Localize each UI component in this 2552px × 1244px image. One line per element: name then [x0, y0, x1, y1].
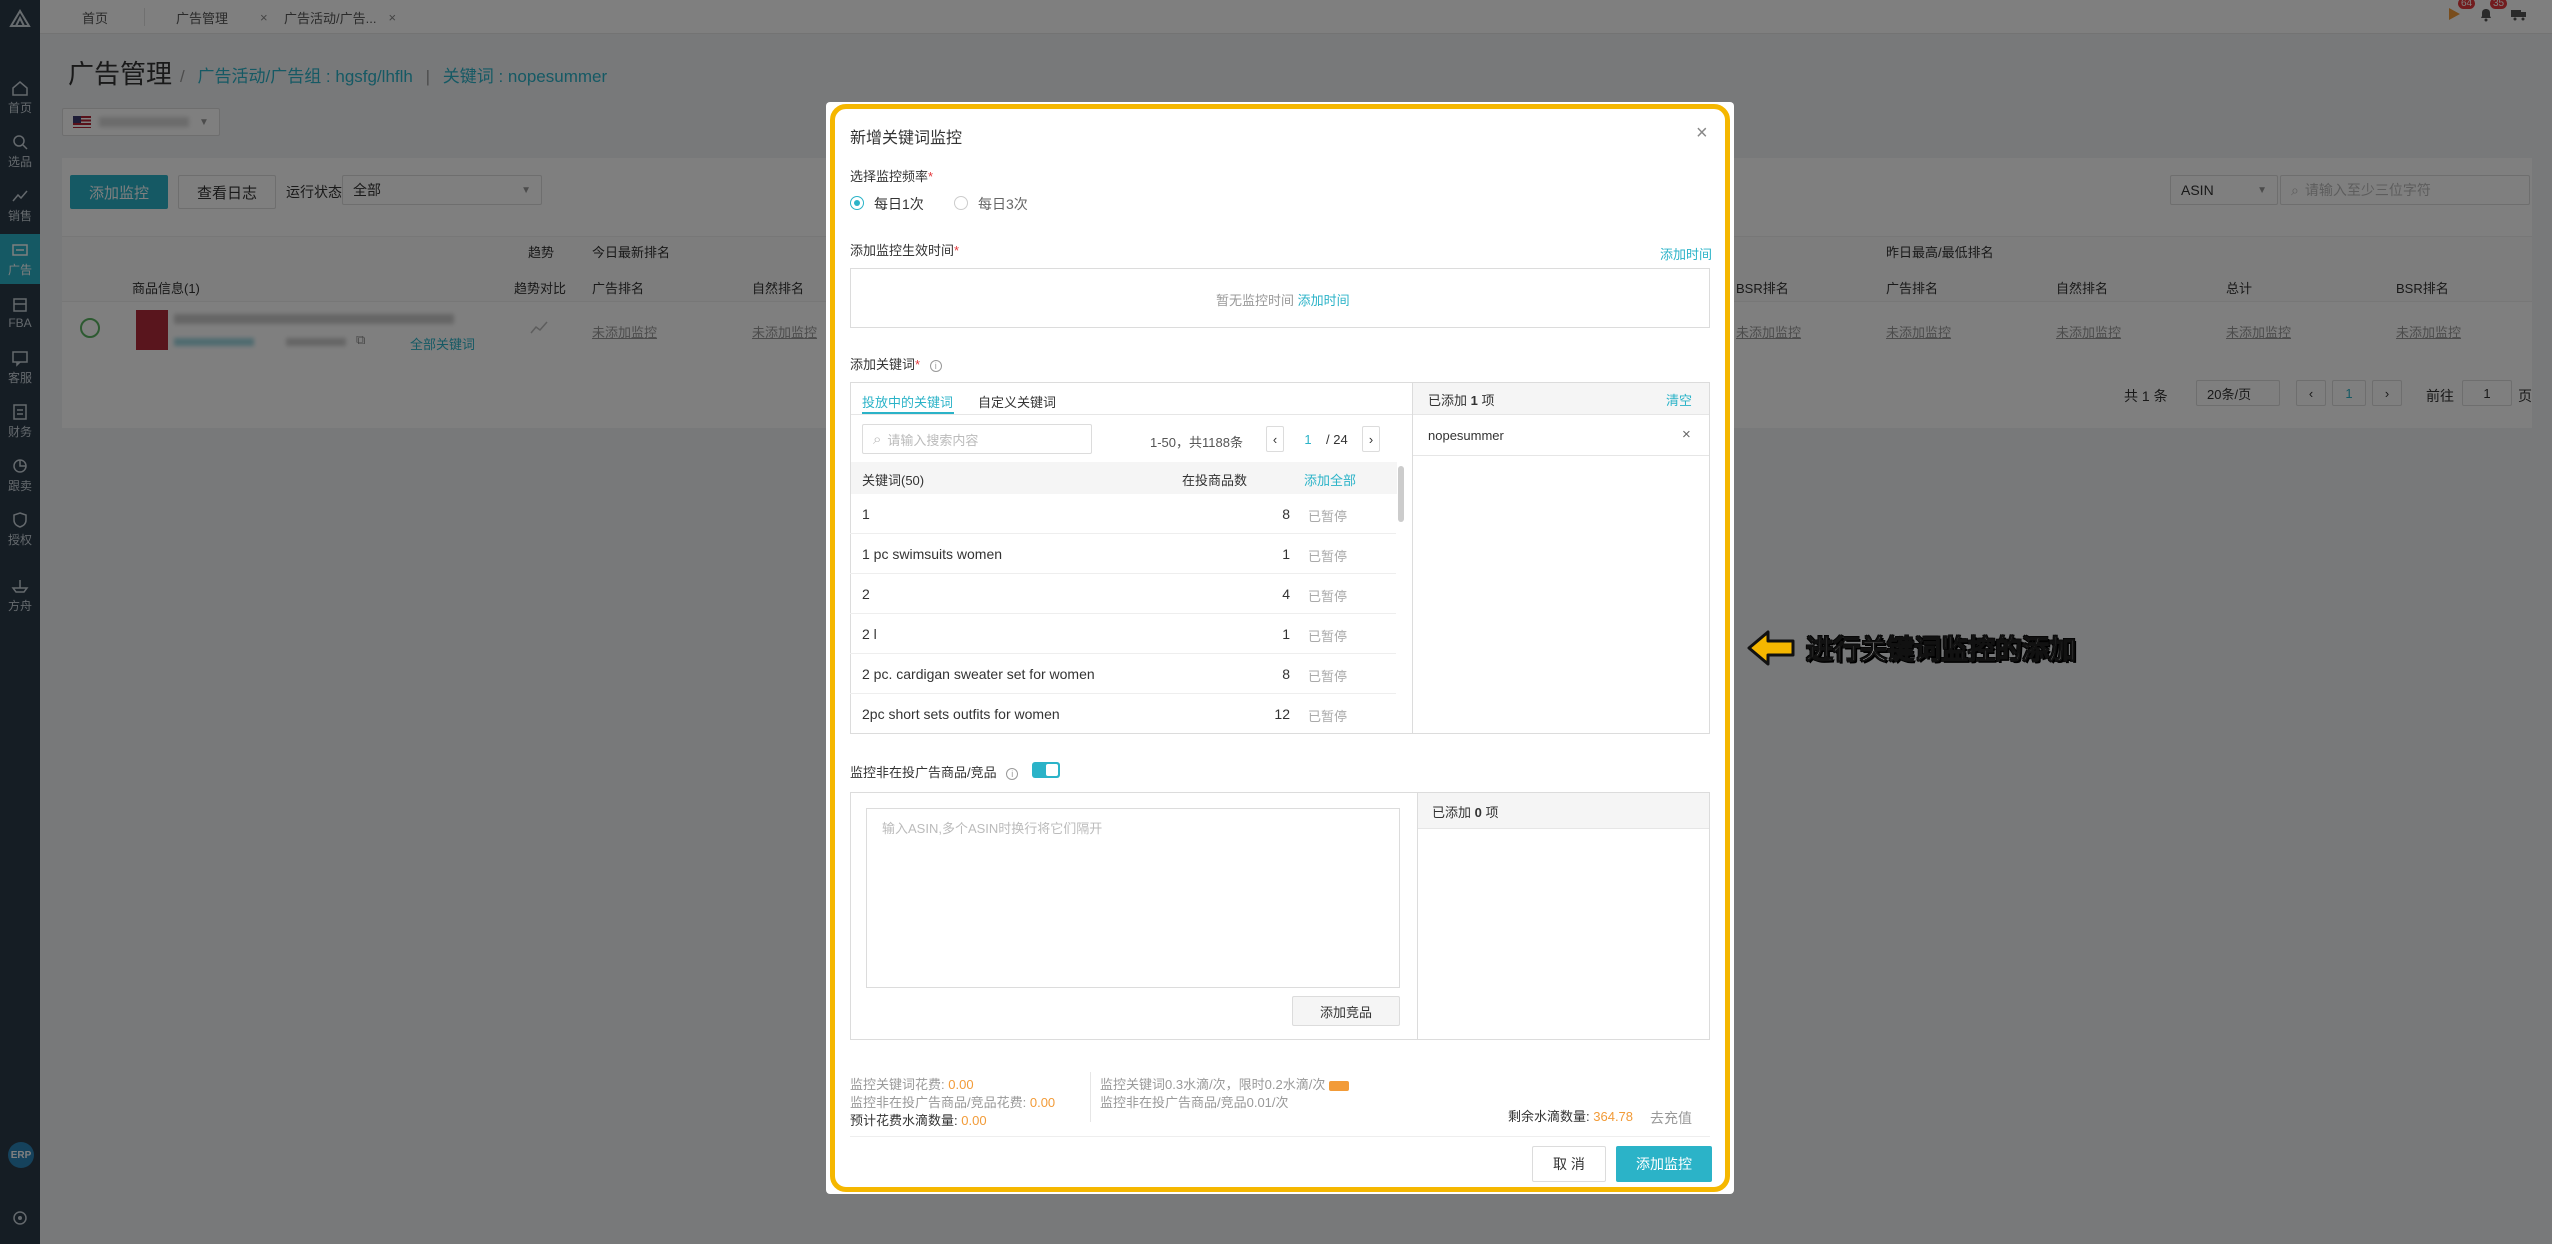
keyword-status: 已暂停	[1308, 549, 1348, 564]
keyword-status: 已暂停	[1308, 509, 1348, 524]
list-item[interactable]: 2 pc. cardigan sweater set for women 8 已暂停	[850, 654, 1396, 694]
tab-active-indicator	[862, 412, 954, 414]
added-suffix: 项	[1481, 393, 1495, 408]
fee-non-ad: 监控非在投广告商品/竞品花费: 0.00	[850, 1092, 1055, 1111]
col-keyword: 关键词(50)	[862, 473, 925, 488]
search-icon: ⌕	[873, 430, 882, 448]
kw-prev-page-button[interactable]: ‹	[1266, 426, 1284, 452]
keyword-range-text: 1-50，共1188条	[1150, 435, 1243, 450]
cancel-button[interactable]: 取 消	[1532, 1146, 1606, 1182]
add-all-link[interactable]: 添加全部	[1304, 470, 1356, 489]
dialog-title: 新增关键词监控	[850, 130, 963, 147]
keyword-text: 1	[862, 506, 870, 522]
keyword-count: 4	[1282, 586, 1290, 602]
list-item[interactable]: 2 4 已暂停	[850, 574, 1396, 614]
kw-page-total: / 24	[1326, 432, 1348, 447]
freq-option-thrice[interactable]: 每日3次	[978, 194, 1028, 214]
non-ad-label-text: 监控非在投广告商品/竞品	[850, 765, 997, 780]
rule-kw-text: 监控关键词0.3水滴/次，限时0.2水滴/次	[1100, 1077, 1326, 1092]
rule-keyword: 监控关键词0.3水滴/次，限时0.2水滴/次	[1100, 1074, 1349, 1093]
freq-label: 选择监控频率*	[850, 169, 934, 184]
time-label: 添加监控生效时间*	[850, 243, 960, 258]
asin-textarea-placeholder: 输入ASIN,多个ASIN时换行将它们隔开	[882, 821, 1103, 836]
keyword-text: 2 l	[862, 626, 877, 642]
tab-custom-keywords[interactable]: 自定义关键词	[978, 392, 1056, 411]
non-ad-divider	[1417, 792, 1418, 1040]
list-item[interactable]: 2pc short sets outfits for women 12 已暂停	[850, 694, 1396, 734]
added-keywords-count: 已添加 1 项	[1428, 390, 1495, 409]
added-keyword-text: nopesummer	[1428, 428, 1504, 443]
keyword-text: 2 pc. cardigan sweater set for women	[862, 666, 1095, 682]
fee-keyword: 监控关键词花费: 0.00	[850, 1074, 974, 1093]
freq-label-text: 选择监控频率	[850, 169, 929, 184]
keyword-count: 1	[1282, 546, 1290, 562]
no-time-text: 暂无监控时间	[1216, 293, 1295, 308]
remaining-label: 剩余水滴数量:	[1508, 1109, 1590, 1124]
add-keywords-text: 添加关键词	[850, 357, 916, 372]
keyword-count: 12	[1274, 706, 1290, 722]
added-prefix: 已添加	[1432, 805, 1472, 820]
keyword-count: 8	[1282, 506, 1290, 522]
time-label-text: 添加监控生效时间	[850, 243, 955, 258]
tab-active-keywords[interactable]: 投放中的关键词	[862, 392, 953, 411]
keyword-status: 已暂停	[1308, 709, 1348, 724]
add-time-link[interactable]: 添加时间	[1660, 244, 1712, 263]
freq-radio-once[interactable]	[850, 196, 864, 210]
keyword-text: 2pc short sets outfits for women	[862, 706, 1060, 722]
col-product-count: 在投商品数	[1182, 473, 1248, 488]
added-suffix: 项	[1485, 805, 1499, 820]
estimate-fee: 预计花费水滴数量: 0.00	[850, 1110, 987, 1129]
kw-next-page-button[interactable]: ›	[1362, 426, 1380, 452]
fee-kw-value: 0.00	[948, 1077, 974, 1092]
close-icon[interactable]: ×	[1696, 122, 1708, 145]
add-competitor-button[interactable]: 添加竞品	[1292, 996, 1400, 1026]
keyword-text: 1 pc swimsuits women	[862, 546, 1003, 562]
callout-text: 进行关键词监控的添加	[1806, 635, 2077, 666]
fee-non-ad-label: 监控非在投广告商品/竞品花费:	[850, 1095, 1027, 1110]
remaining-value: 364.78	[1593, 1109, 1634, 1124]
keyword-count: 8	[1282, 666, 1290, 682]
estimate-label: 预计花费水滴数量:	[850, 1113, 958, 1128]
added-products-count: 已添加 0 项	[1432, 802, 1499, 821]
keyword-scrollbar[interactable]	[1398, 466, 1404, 522]
keyword-search-input[interactable]: ⌕ 请输入搜索内容	[862, 424, 1092, 454]
list-item[interactable]: 2 l 1 已暂停	[850, 614, 1396, 654]
limited-badge-icon	[1329, 1080, 1349, 1091]
non-ad-toggle[interactable]	[1032, 762, 1060, 778]
non-ad-label: 监控非在投广告商品/竞品 i	[850, 762, 1019, 781]
arrow-left-icon	[1747, 630, 1795, 665]
freq-radio-thrice[interactable]	[954, 196, 968, 210]
info-icon[interactable]: i	[929, 360, 942, 372]
add-keywords-label: 添加关键词* i	[850, 354, 942, 373]
clear-link[interactable]: 清空	[1666, 390, 1692, 409]
footer-separator	[850, 1136, 1710, 1137]
added-count: 1	[1470, 393, 1478, 408]
callout-annotation: 进行关键词监控的添加	[1746, 628, 2077, 667]
no-time-message: 暂无监控时间 添加时间	[1216, 290, 1350, 309]
remove-icon[interactable]: ×	[1682, 426, 1691, 443]
list-item[interactable]: 1 pc swimsuits women 1 已暂停	[850, 534, 1396, 574]
add-time-inline-link[interactable]: 添加时间	[1298, 293, 1350, 308]
keyword-count: 1	[1282, 626, 1290, 642]
keyword-status: 已暂停	[1308, 669, 1348, 684]
submit-add-monitor-button[interactable]: 添加监控	[1616, 1146, 1712, 1182]
keyword-search-placeholder: 请输入搜索内容	[887, 432, 979, 448]
list-item[interactable]: 1 8 已暂停	[850, 494, 1396, 534]
keyword-text: 2	[862, 586, 870, 602]
added2-count: 0	[1474, 805, 1482, 820]
freq-option-once[interactable]: 每日1次	[874, 194, 924, 214]
recharge-link[interactable]: 去充值	[1650, 1108, 1692, 1128]
keyword-status: 已暂停	[1308, 589, 1348, 604]
fee-non-ad-value: 0.00	[1029, 1095, 1056, 1110]
footer-divider	[1090, 1072, 1091, 1122]
keyword-status: 已暂停	[1308, 629, 1348, 644]
info-icon[interactable]: i	[1006, 768, 1019, 780]
remaining-drops: 剩余水滴数量: 364.78	[1508, 1106, 1633, 1125]
kw-page-input[interactable]: 1	[1296, 426, 1320, 452]
added-prefix: 已添加	[1428, 393, 1468, 408]
fee-kw-label: 监控关键词花费:	[850, 1077, 945, 1092]
estimate-value: 0.00	[961, 1113, 987, 1128]
rule-non-ad: 监控非在投广告商品/竞品0.01/次	[1100, 1095, 1289, 1110]
